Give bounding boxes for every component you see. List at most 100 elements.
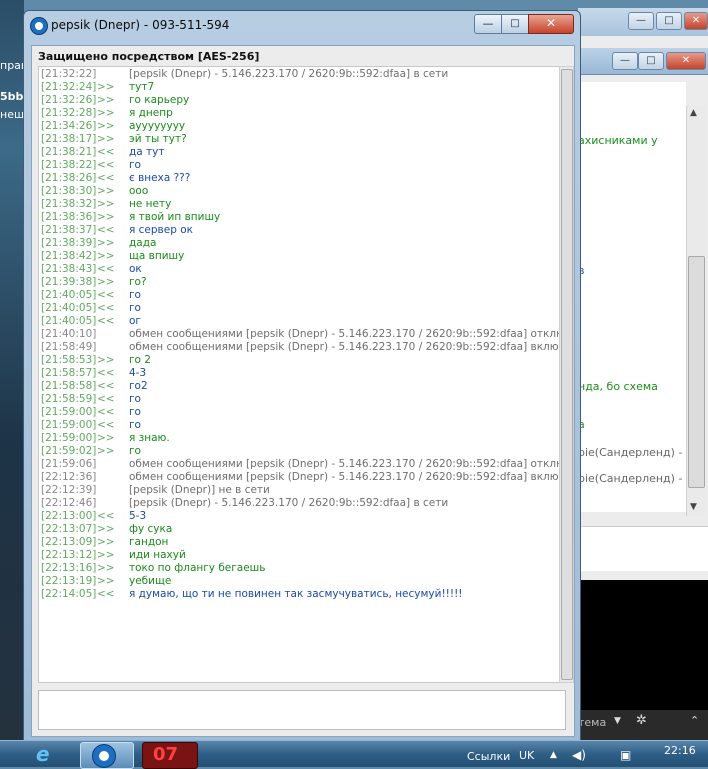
taskbar-app-07-button[interactable]: 07 (142, 742, 198, 769)
message-timestamp: [21:32:26] (41, 94, 97, 106)
message-timestamp: [22:13:00] (41, 510, 97, 522)
message-text: 5-3 (129, 510, 147, 522)
message-text: го карьеру (129, 94, 190, 106)
message-text: гандон (129, 536, 169, 548)
background-window-titlebar[interactable]: — □ ✕ (578, 48, 708, 75)
message-direction: << (97, 224, 115, 236)
message-direction: << (97, 510, 115, 522)
message-timestamp: [21:32:22] (41, 68, 97, 80)
background-media-player: тема ▼ ✲ ⌃ (578, 580, 708, 740)
close-button[interactable]: ✕ (528, 14, 574, 34)
message-timestamp: [22:13:07] (41, 523, 97, 535)
message-text: дада (129, 237, 157, 249)
message-timestamp: [21:59:02] (41, 445, 97, 457)
message-text: обмен сообщениями [pepsik (Dnepr) - 5.14… (129, 341, 560, 353)
message-timestamp: [21:58:49] (41, 341, 97, 353)
message-text: я знаю. (129, 432, 170, 444)
message-text: фу сука (129, 523, 173, 535)
message-timestamp: [21:38:43] (41, 263, 97, 275)
expand-icon[interactable]: ⌃ (690, 714, 699, 727)
clock[interactable]: 22:16 (664, 744, 696, 757)
background-scrollbar[interactable]: ▲ ▼ (686, 106, 705, 516)
message-timestamp: [21:58:58] (41, 380, 97, 392)
qip-flower-icon (92, 744, 116, 768)
message-text: обмен сообщениями [pepsik (Dnepr) - 5.14… (129, 458, 560, 470)
background-text-fragment: тема (578, 716, 607, 729)
message-direction: >> (97, 237, 115, 249)
taskbar-browser-button[interactable]: e (30, 742, 70, 767)
network-icon[interactable]: ▣ (620, 748, 631, 762)
qip-flower-icon (30, 17, 48, 35)
message-timestamp: [21:38:42] (41, 250, 97, 262)
message-direction: << (97, 146, 115, 158)
message-text: я думаю, що ти не повинен так засмучуват… (129, 588, 463, 600)
message-text: го (129, 406, 141, 418)
message-direction: << (97, 588, 115, 600)
minimize-button[interactable]: — (474, 14, 502, 34)
maximize-icon[interactable]: □ (638, 52, 664, 70)
message-text: иди нахуй (129, 549, 186, 561)
message-direction: >> (97, 133, 115, 145)
message-direction: >> (97, 185, 115, 197)
message-text: го2 (129, 380, 148, 392)
scroll-up-icon[interactable]: ▲ (690, 108, 697, 118)
message-history[interactable]: [21:32:22] [pepsik (Dnepr) - 5.146.223.17… (38, 66, 560, 683)
message-direction: >> (97, 354, 115, 366)
tray-expand-icon[interactable]: ▲ (550, 750, 557, 760)
background-window-titlebar[interactable]: — □ ✕ (578, 8, 708, 37)
message-history-scrollbar[interactable] (559, 66, 574, 683)
message-direction: >> (97, 81, 115, 93)
minimize-icon[interactable]: — (628, 12, 654, 30)
message-direction: >> (97, 445, 115, 457)
close-icon[interactable]: ✕ (684, 12, 708, 30)
scroll-down-icon[interactable]: ▼ (690, 502, 697, 512)
message-timestamp: [21:38:39] (41, 237, 97, 249)
encryption-status-label: Защищено посредством [AES-256] (38, 50, 260, 63)
message-timestamp: [22:12:36] (41, 471, 97, 483)
message-text: [pepsik (Dnepr)] не в сети (129, 484, 270, 496)
message-text: эй ты тут? (129, 133, 187, 145)
message-direction: >> (97, 536, 115, 548)
app-07-label: 07 (153, 744, 179, 765)
message-direction: << (97, 315, 115, 327)
language-indicator[interactable]: UK (519, 749, 534, 762)
scrollbar-thumb[interactable] (688, 256, 705, 488)
message-text: я днепр (129, 107, 173, 119)
background-text-fragment: нда, бо схема (578, 380, 658, 393)
message-direction: >> (97, 562, 115, 574)
chat-window-titlebar[interactable]: pepsik (Dnepr) - 093-511-594 — □ ✕ (24, 11, 580, 41)
background-text-fragment: ахисниками у (578, 134, 658, 147)
message-text: я твой ип впишу (129, 211, 221, 223)
links-toolbar-label[interactable]: Ссылки (467, 750, 510, 763)
message-direction: >> (97, 250, 115, 262)
message-text: обмен сообщениями [pepsik (Dnepr) - 5.14… (129, 328, 560, 340)
message-timestamp: [21:59:00] (41, 432, 97, 444)
message-timestamp: [21:39:38] (41, 276, 97, 288)
taskbar: e 07 Ссылки UK ▲ ◀) ▣ 22:16 (0, 740, 708, 769)
message-direction: << (97, 406, 115, 418)
message-input[interactable] (38, 690, 566, 730)
background-page-content: ахисниками у в нда, бо схема а bie(Санде… (578, 82, 686, 512)
scrollbar-thumb[interactable] (561, 69, 573, 680)
chevron-down-icon[interactable]: ▼ (614, 716, 621, 726)
maximize-icon[interactable]: □ (656, 12, 682, 30)
message-text: є внеха ??? (129, 172, 191, 184)
minimize-icon[interactable]: — (612, 52, 638, 70)
message-direction: >> (97, 198, 115, 210)
taskbar-qip-button[interactable] (80, 742, 134, 769)
message-direction: << (97, 393, 115, 405)
window-title: pepsik (Dnepr) - 093-511-594 (51, 18, 230, 32)
message-text: тут7 (129, 81, 155, 93)
desktop-background: прав 5bb неш (0, 0, 27, 740)
close-icon[interactable]: ✕ (666, 52, 706, 70)
message-text: токо по флангу бегаешь (129, 562, 266, 574)
message-timestamp: [21:40:05] (41, 315, 97, 327)
gear-icon[interactable]: ✲ (636, 713, 647, 728)
message-direction: << (97, 367, 115, 379)
message-text: не нету (129, 198, 172, 210)
message-text: го (129, 393, 141, 405)
message-direction: >> (97, 549, 115, 561)
maximize-button[interactable]: □ (501, 14, 529, 34)
message-direction: << (97, 380, 115, 392)
speaker-icon[interactable]: ◀) (572, 748, 586, 762)
